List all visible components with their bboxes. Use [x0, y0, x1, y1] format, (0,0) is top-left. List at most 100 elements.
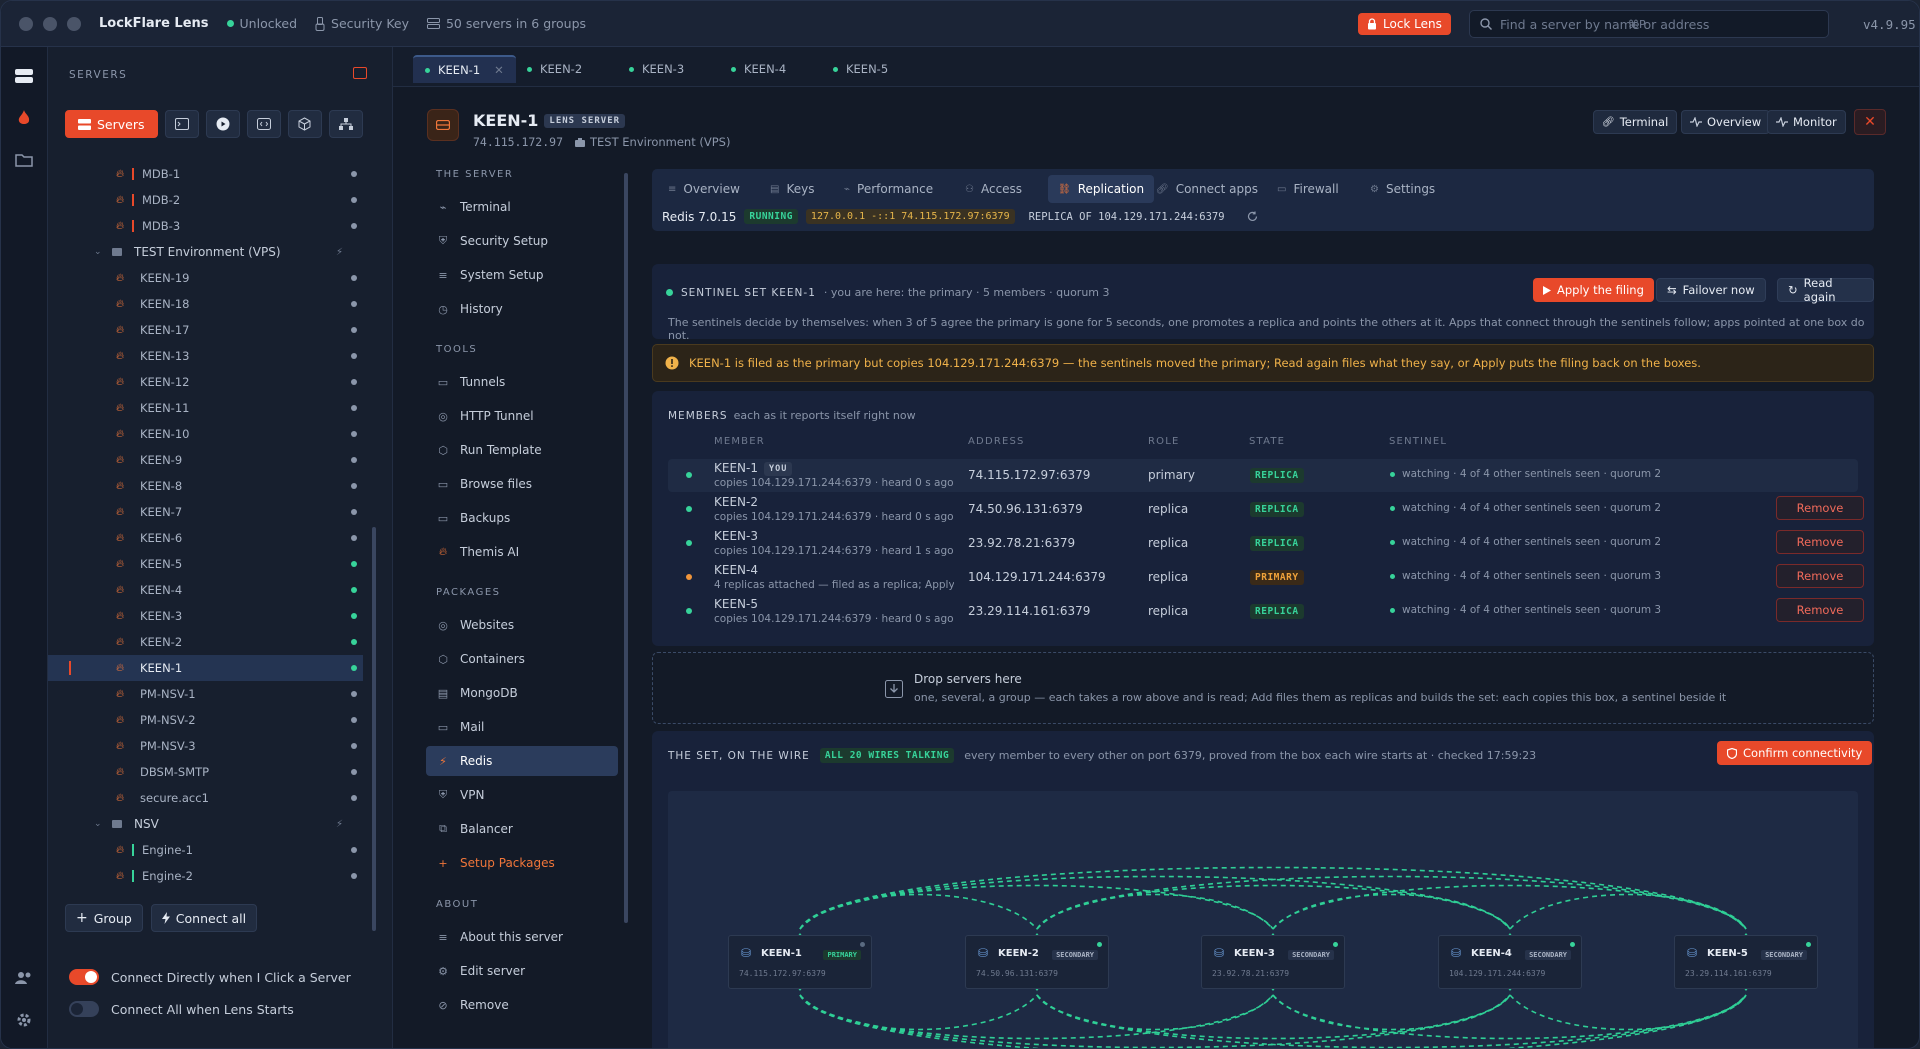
tree-server-item[interactable]: 🔥︎ KEEN-8	[48, 473, 363, 499]
nav-item-terminal[interactable]: ⌁ Terminal	[426, 192, 618, 222]
chevron-down-icon[interactable]: ⌄	[94, 247, 112, 257]
nav-item-security-setup[interactable]: ⛨ Security Setup	[426, 226, 618, 256]
remove-member-button[interactable]: Remove	[1776, 496, 1864, 520]
tree-server-item[interactable]: 🔥︎ KEEN-10	[48, 421, 363, 447]
servers-tab[interactable]: Servers	[65, 110, 158, 138]
settings-rail-icon[interactable]	[13, 1009, 35, 1031]
connect-direct-switch[interactable]	[69, 969, 99, 985]
subtab-performance[interactable]: ⌁ Performance	[834, 175, 943, 203]
add-group-button[interactable]: + Group	[65, 904, 143, 932]
refresh-icon[interactable]	[1247, 211, 1258, 222]
tree-server-item[interactable]: 🔥︎ KEEN-5	[48, 551, 363, 577]
nav-scrollbar[interactable]	[624, 173, 628, 923]
nav-item-themis-ai[interactable]: 🔥︎ Themis AI	[426, 537, 618, 567]
subtab-firewall[interactable]: ▭ Firewall	[1267, 175, 1349, 203]
run-tab[interactable]	[205, 110, 240, 138]
nav-item-containers[interactable]: ⬡ Containers	[426, 644, 618, 674]
topology-tab[interactable]	[328, 110, 363, 138]
tab-keen-5[interactable]: KEEN-5	[821, 55, 900, 83]
nav-item-websites[interactable]: ◎ Websites	[426, 610, 618, 640]
tree-server-item[interactable]: 🔥︎ DBSM-SMTP	[48, 759, 363, 785]
tab-keen-3[interactable]: KEEN-3	[617, 55, 696, 83]
code-tab[interactable]	[246, 110, 281, 138]
table-row[interactable]: KEEN-5 copies 104.129.171.244:6379 · hear…	[668, 595, 1864, 628]
tree-server-item[interactable]: 🔥︎ MDB-1	[48, 161, 363, 187]
table-row[interactable]: KEEN-1 YOU copies 104.129.171.244:6379 · h…	[668, 459, 1858, 492]
sidebar-scrollbar[interactable]	[372, 527, 376, 931]
wire-node[interactable]: ⛁ KEEN-5 SECONDARY 23.29.114.161:6379	[1674, 935, 1818, 989]
remove-member-button[interactable]: Remove	[1776, 598, 1864, 622]
nav-item-redis[interactable]: ⚡︎ Redis	[426, 746, 618, 776]
server-group[interactable]: ⌄ NSV ⚡︎	[48, 811, 363, 837]
nav-item-run-template[interactable]: ⬡ Run Template	[426, 435, 618, 465]
table-row[interactable]: KEEN-4 4 replicas attached — filed as a r…	[668, 561, 1864, 594]
tree-server-item[interactable]: 🔥︎ PM-NSV-3	[48, 733, 363, 759]
tree-server-item[interactable]: 🔥︎ KEEN-7	[48, 499, 363, 525]
tab-keen-2[interactable]: KEEN-2	[515, 55, 594, 83]
wire-node[interactable]: ⛁ KEEN-4 SECONDARY 104.129.171.244:6379	[1438, 935, 1582, 989]
close-server-button[interactable]: ✕	[1854, 109, 1886, 135]
tree-server-item[interactable]: 🔥︎ PM-NSV-1	[48, 681, 363, 707]
server-search[interactable]: ⌘P	[1469, 10, 1829, 38]
folder-rail-icon[interactable]	[13, 149, 35, 171]
wire-node[interactable]: ⛁ KEEN-1 PRIMARY 74.115.172.97:6379	[728, 935, 872, 989]
security-key-status[interactable]: Security Key	[315, 16, 409, 31]
wire-node[interactable]: ⛁ KEEN-3 SECONDARY 23.92.78.21:6379	[1201, 935, 1345, 989]
flame-rail-icon[interactable]	[13, 107, 35, 129]
users-rail-icon[interactable]	[13, 967, 35, 989]
nav-item-setup-packages[interactable]: + Setup Packages	[426, 848, 618, 878]
tree-server-item[interactable]: 🔥︎ KEEN-4	[48, 577, 363, 603]
collapse-sidebar-icon[interactable]	[353, 67, 367, 79]
nav-item-system-setup[interactable]: ≡ System Setup	[426, 260, 618, 290]
nav-item-backups[interactable]: ▭ Backups	[426, 503, 618, 533]
tab-keen-4[interactable]: KEEN-4	[719, 55, 798, 83]
chevron-down-icon[interactable]: ⌄	[94, 819, 112, 829]
tree-server-item[interactable]: 🔥︎ MDB-2	[48, 187, 363, 213]
package-tab[interactable]	[287, 110, 322, 138]
subtab-keys[interactable]: ▤ Keys	[760, 175, 824, 203]
nav-item-remove[interactable]: ⊘ Remove	[426, 990, 618, 1020]
remove-member-button[interactable]: Remove	[1776, 564, 1864, 588]
tree-server-item[interactable]: 🔥︎ MDB-3	[48, 213, 363, 239]
header-terminal-button[interactable]: 🔗︎ Terminal	[1593, 110, 1678, 134]
servers-rail-icon[interactable]	[13, 65, 35, 87]
tree-server-item[interactable]: 🔥︎ KEEN-12	[48, 369, 363, 395]
connect-all-switch[interactable]	[69, 1001, 99, 1017]
close-tab-icon[interactable]: ✕	[494, 63, 504, 77]
toggle-connect-all[interactable]: Connect All when Lens Starts	[69, 1001, 294, 1017]
tree-server-item[interactable]: 🔥︎ KEEN-9	[48, 447, 363, 473]
nav-item-about-this-server[interactable]: ≡ About this server	[426, 922, 618, 952]
connect-all-button[interactable]: Connect all	[150, 904, 258, 932]
nav-item-http-tunnel[interactable]: ◎ HTTP Tunnel	[426, 401, 618, 431]
tree-server-item[interactable]: 🔥︎ secure.acc1	[48, 785, 363, 811]
nav-item-mail[interactable]: ▭ Mail	[426, 712, 618, 742]
minimize-window-button[interactable]	[43, 16, 57, 31]
table-row[interactable]: KEEN-2 copies 104.129.171.244:6379 · hear…	[668, 493, 1864, 526]
subtab-settings[interactable]: ⚙ Settings	[1360, 175, 1445, 203]
drop-zone[interactable]: Drop servers here one, several, a group …	[652, 652, 1874, 724]
bolt-icon[interactable]: ⚡︎	[336, 247, 343, 258]
subtab-connect-apps[interactable]: 🔗︎ Connect apps	[1146, 175, 1268, 203]
remove-member-button[interactable]: Remove	[1776, 530, 1864, 554]
tree-server-item[interactable]: 🔥︎ PM-NSV-2	[48, 707, 363, 733]
tree-server-item[interactable]: 🔥︎ KEEN-3	[48, 603, 363, 629]
nav-item-mongodb[interactable]: ▤ MongoDB	[426, 678, 618, 708]
tree-server-item[interactable]: 🔥︎ KEEN-11	[48, 395, 363, 421]
lock-lens-button[interactable]: Lock Lens	[1358, 13, 1451, 35]
tree-server-item[interactable]: 🔥︎ KEEN-6	[48, 525, 363, 551]
toggle-connect-direct[interactable]: Connect Directly when I Click a Server	[69, 969, 351, 985]
failover-now-button[interactable]: ⇆ Failover now	[1656, 278, 1766, 302]
tree-server-item[interactable]: 🔥︎ KEEN-13	[48, 343, 363, 369]
subtab-replication[interactable]: ⛓ Replication	[1048, 175, 1155, 203]
nav-item-browse-files[interactable]: ▭ Browse files	[426, 469, 618, 499]
read-again-button[interactable]: ↻ Read again	[1777, 276, 1874, 304]
nav-item-edit-server[interactable]: ⚙ Edit server	[426, 956, 618, 986]
confirm-connectivity-button[interactable]: Confirm connectivity	[1717, 741, 1873, 765]
subtab-access[interactable]: ⚇ Access	[955, 175, 1032, 203]
header-overview-button[interactable]: Overview	[1681, 110, 1771, 134]
apply-filing-button[interactable]: Apply the filing	[1533, 278, 1654, 302]
header-monitor-button[interactable]: Monitor	[1767, 110, 1846, 134]
close-window-button[interactable]	[19, 16, 33, 31]
table-row[interactable]: KEEN-3 copies 104.129.171.244:6379 · hear…	[668, 527, 1864, 560]
nav-item-vpn[interactable]: ⛨ VPN	[426, 780, 618, 810]
